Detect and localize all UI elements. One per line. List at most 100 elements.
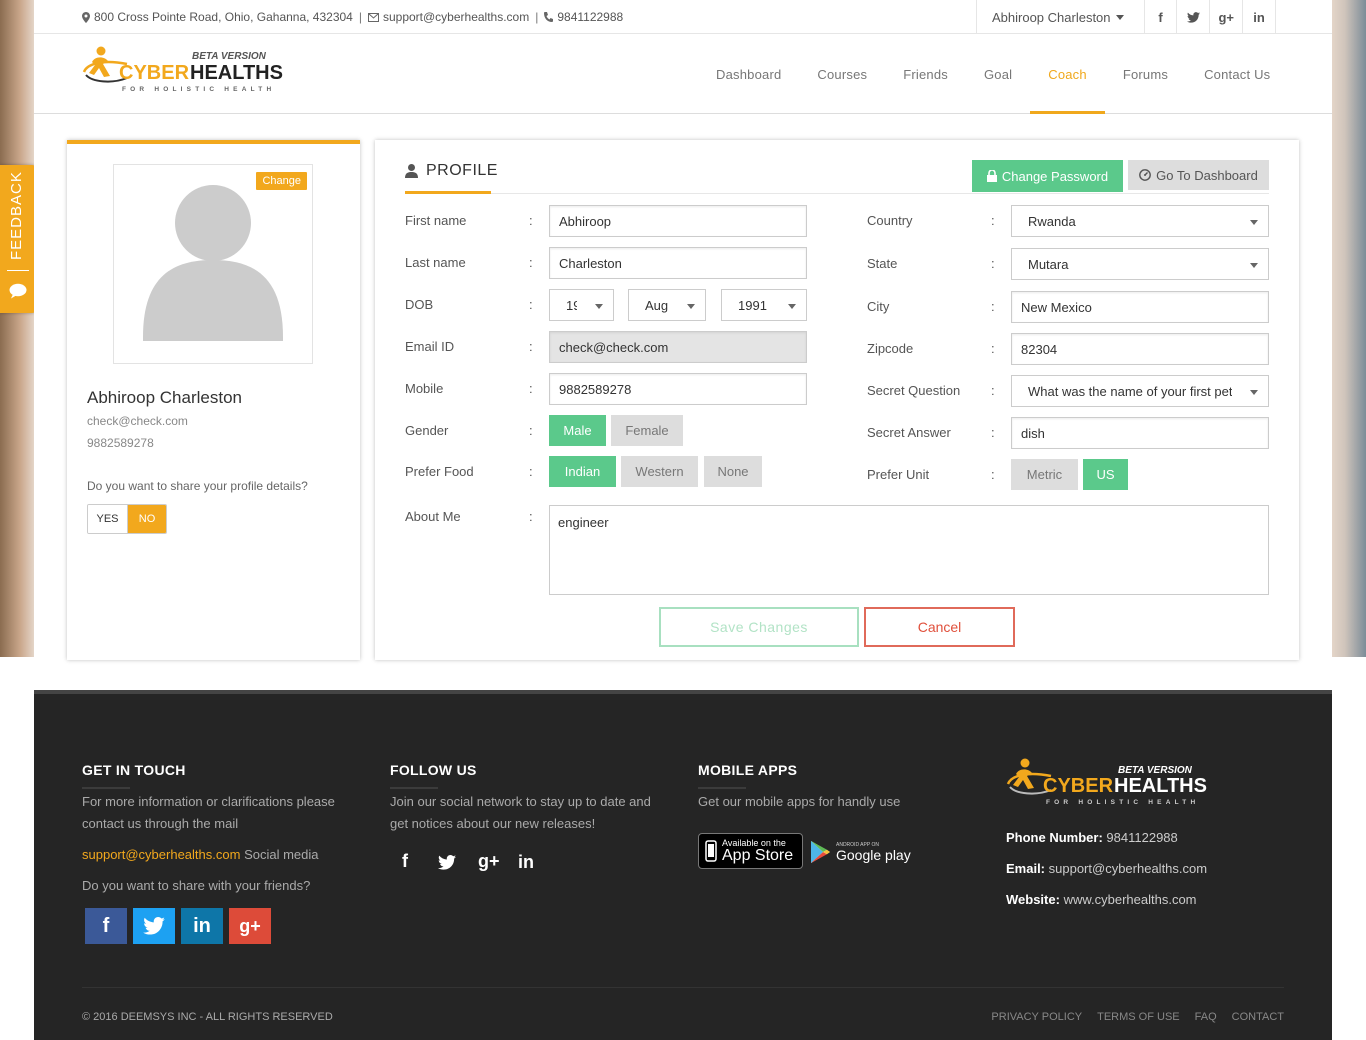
colon: : — [991, 341, 995, 356]
user-dropdown[interactable]: Abhiroop Charleston — [977, 0, 1145, 34]
colon: : — [529, 464, 533, 479]
food-indian-button[interactable]: Indian — [549, 456, 616, 487]
dob-month-select[interactable]: Aug — [628, 289, 706, 321]
chevron-down-icon — [1250, 220, 1258, 225]
footer-email-link[interactable]: support@cyberhealths.com — [82, 847, 240, 862]
footer-follow-text: Join our social network to stay up to da… — [390, 794, 651, 831]
chevron-down-icon — [687, 304, 695, 309]
about-me-label: About Me — [405, 509, 461, 524]
gender-male-button[interactable]: Male — [549, 415, 606, 446]
prefer-food-label: Prefer Food — [405, 464, 474, 479]
share-linkedin-button[interactable]: in — [181, 908, 223, 944]
colon: : — [991, 256, 995, 271]
go-to-dashboard-button[interactable]: Go To Dashboard — [1128, 160, 1269, 190]
share-yes-button[interactable]: YES — [88, 505, 128, 533]
country-select[interactable]: Rwanda — [1011, 205, 1269, 237]
footer-title-rule — [698, 787, 746, 789]
app-store-badge[interactable]: Available on the App Store — [698, 833, 803, 869]
colon: : — [991, 425, 995, 440]
unit-metric-button[interactable]: Metric — [1011, 459, 1078, 490]
footer-apps-text: Get our mobile apps for handly use — [698, 794, 901, 809]
faq-link[interactable]: FAQ — [1195, 1011, 1217, 1023]
nav-courses[interactable]: Courses — [799, 34, 885, 114]
footer-title-rule — [82, 787, 130, 789]
nav-friends[interactable]: Friends — [885, 34, 966, 114]
colon: : — [991, 467, 995, 482]
footer-title-rule — [390, 787, 438, 789]
footer-mobile-apps-title: MOBILE APPS — [698, 762, 798, 778]
zipcode-input[interactable]: 82304 — [1011, 333, 1269, 365]
nav-forums[interactable]: Forums — [1105, 34, 1186, 114]
change-password-button[interactable]: Change Password — [972, 160, 1123, 192]
nav-goal[interactable]: Goal — [966, 34, 1030, 114]
colon: : — [991, 383, 995, 398]
email-field: check@check.com — [549, 331, 807, 363]
secret-question-select[interactable]: What was the name of your first pet? — [1011, 375, 1269, 407]
envelope-icon — [367, 12, 379, 22]
cyberhealths-logo-icon: BETA VERSION CYBER HEALTHS FOR HOLISTIC … — [1006, 758, 1207, 806]
food-none-button[interactable]: None — [704, 456, 762, 487]
footer-share-question: Do you want to share with your friends? — [82, 878, 311, 893]
contact-info: 800 Cross Pointe Road, Ohio, Gahanna, 43… — [82, 10, 623, 24]
page-container: 800 Cross Pointe Road, Ohio, Gahanna, 43… — [34, 0, 1332, 1040]
google-plus-icon[interactable]: g+ — [1210, 0, 1244, 34]
zipcode-label: Zipcode — [867, 341, 914, 356]
avatar: Change — [113, 164, 313, 364]
topbar-address: 800 Cross Pointe Road, Ohio, Gahanna, 43… — [94, 10, 353, 24]
google-play-badge[interactable]: ANDROID APP ON Google play — [810, 837, 911, 867]
secret-question-label: Secret Question — [867, 383, 961, 398]
footer-email-value[interactable]: support@cyberhealths.com — [1049, 861, 1207, 876]
profile-title: PROFILE — [426, 162, 498, 179]
cancel-button[interactable]: Cancel — [864, 607, 1015, 647]
privacy-policy-link[interactable]: PRIVACY POLICY — [991, 1011, 1082, 1023]
nav-coach[interactable]: Coach — [1030, 34, 1105, 114]
facebook-icon[interactable]: f — [402, 851, 408, 872]
gender-female-button[interactable]: Female — [611, 415, 683, 446]
twitter-icon[interactable] — [1177, 0, 1211, 34]
chat-bubble-icon — [9, 283, 27, 299]
contact-link[interactable]: CONTACT — [1232, 1011, 1284, 1023]
food-western-button[interactable]: Western — [621, 456, 698, 487]
colon: : — [991, 299, 995, 314]
topbar-email[interactable]: support@cyberhealths.com — [383, 10, 529, 24]
site-logo[interactable]: BETA VERSION CYBER HEALTHS FOR HOLISTIC … — [82, 42, 297, 102]
user-name-label: Abhiroop Charleston — [992, 9, 1111, 25]
last-name-input[interactable]: Charleston — [549, 247, 807, 279]
feedback-tab[interactable]: FEEDBACK — [0, 165, 36, 313]
footer-follow-us-title: FOLLOW US — [390, 762, 477, 778]
linkedin-icon[interactable]: in — [1243, 0, 1276, 34]
header: BETA VERSION CYBER HEALTHS FOR HOLISTIC … — [34, 34, 1332, 114]
save-changes-button[interactable]: Save Changes — [659, 607, 859, 647]
google-plus-icon[interactable]: g+ — [478, 851, 500, 872]
unit-us-button[interactable]: US — [1083, 459, 1128, 490]
linkedin-icon[interactable]: in — [518, 852, 534, 873]
secret-answer-input[interactable]: dish — [1011, 417, 1269, 449]
share-twitter-button[interactable] — [133, 908, 175, 944]
change-photo-button[interactable]: Change — [255, 171, 308, 191]
chevron-down-icon — [1250, 390, 1258, 395]
topbar-separator: | — [535, 10, 539, 24]
first-name-input[interactable]: Abhiroop — [549, 205, 807, 237]
dob-day-select[interactable]: 19 — [549, 289, 614, 321]
mobile-input[interactable]: 9882589278 — [549, 373, 807, 405]
footer-website-value[interactable]: www.cyberhealths.com — [1064, 892, 1197, 907]
terms-of-use-link[interactable]: TERMS OF USE — [1097, 1011, 1180, 1023]
dob-year-select[interactable]: 1991 — [721, 289, 807, 321]
share-no-button[interactable]: NO — [128, 505, 166, 533]
state-select[interactable]: Mutara — [1011, 248, 1269, 280]
topbar-phone: 9841122988 — [557, 10, 624, 24]
share-facebook-button[interactable]: f — [85, 908, 127, 944]
google-play-icon — [811, 841, 830, 863]
nav-dashboard[interactable]: Dashboard — [698, 34, 799, 114]
profile-name: Abhiroop Charleston — [87, 388, 242, 407]
facebook-icon[interactable]: f — [1145, 0, 1178, 34]
footer-phone-line: Phone Number: 9841122988 — [1006, 830, 1178, 845]
twitter-icon[interactable] — [438, 854, 456, 875]
footer-phone-label: Phone Number: — [1006, 830, 1103, 845]
city-input[interactable]: New Mexico — [1011, 291, 1269, 323]
about-me-textarea[interactable]: engineer — [549, 505, 1269, 595]
secret-question-value: What was the name of your first pet? — [1028, 383, 1232, 399]
mobile-label: Mobile — [405, 381, 444, 396]
nav-contact-us[interactable]: Contact Us — [1186, 34, 1288, 114]
share-google-plus-button[interactable]: g+ — [229, 908, 271, 944]
